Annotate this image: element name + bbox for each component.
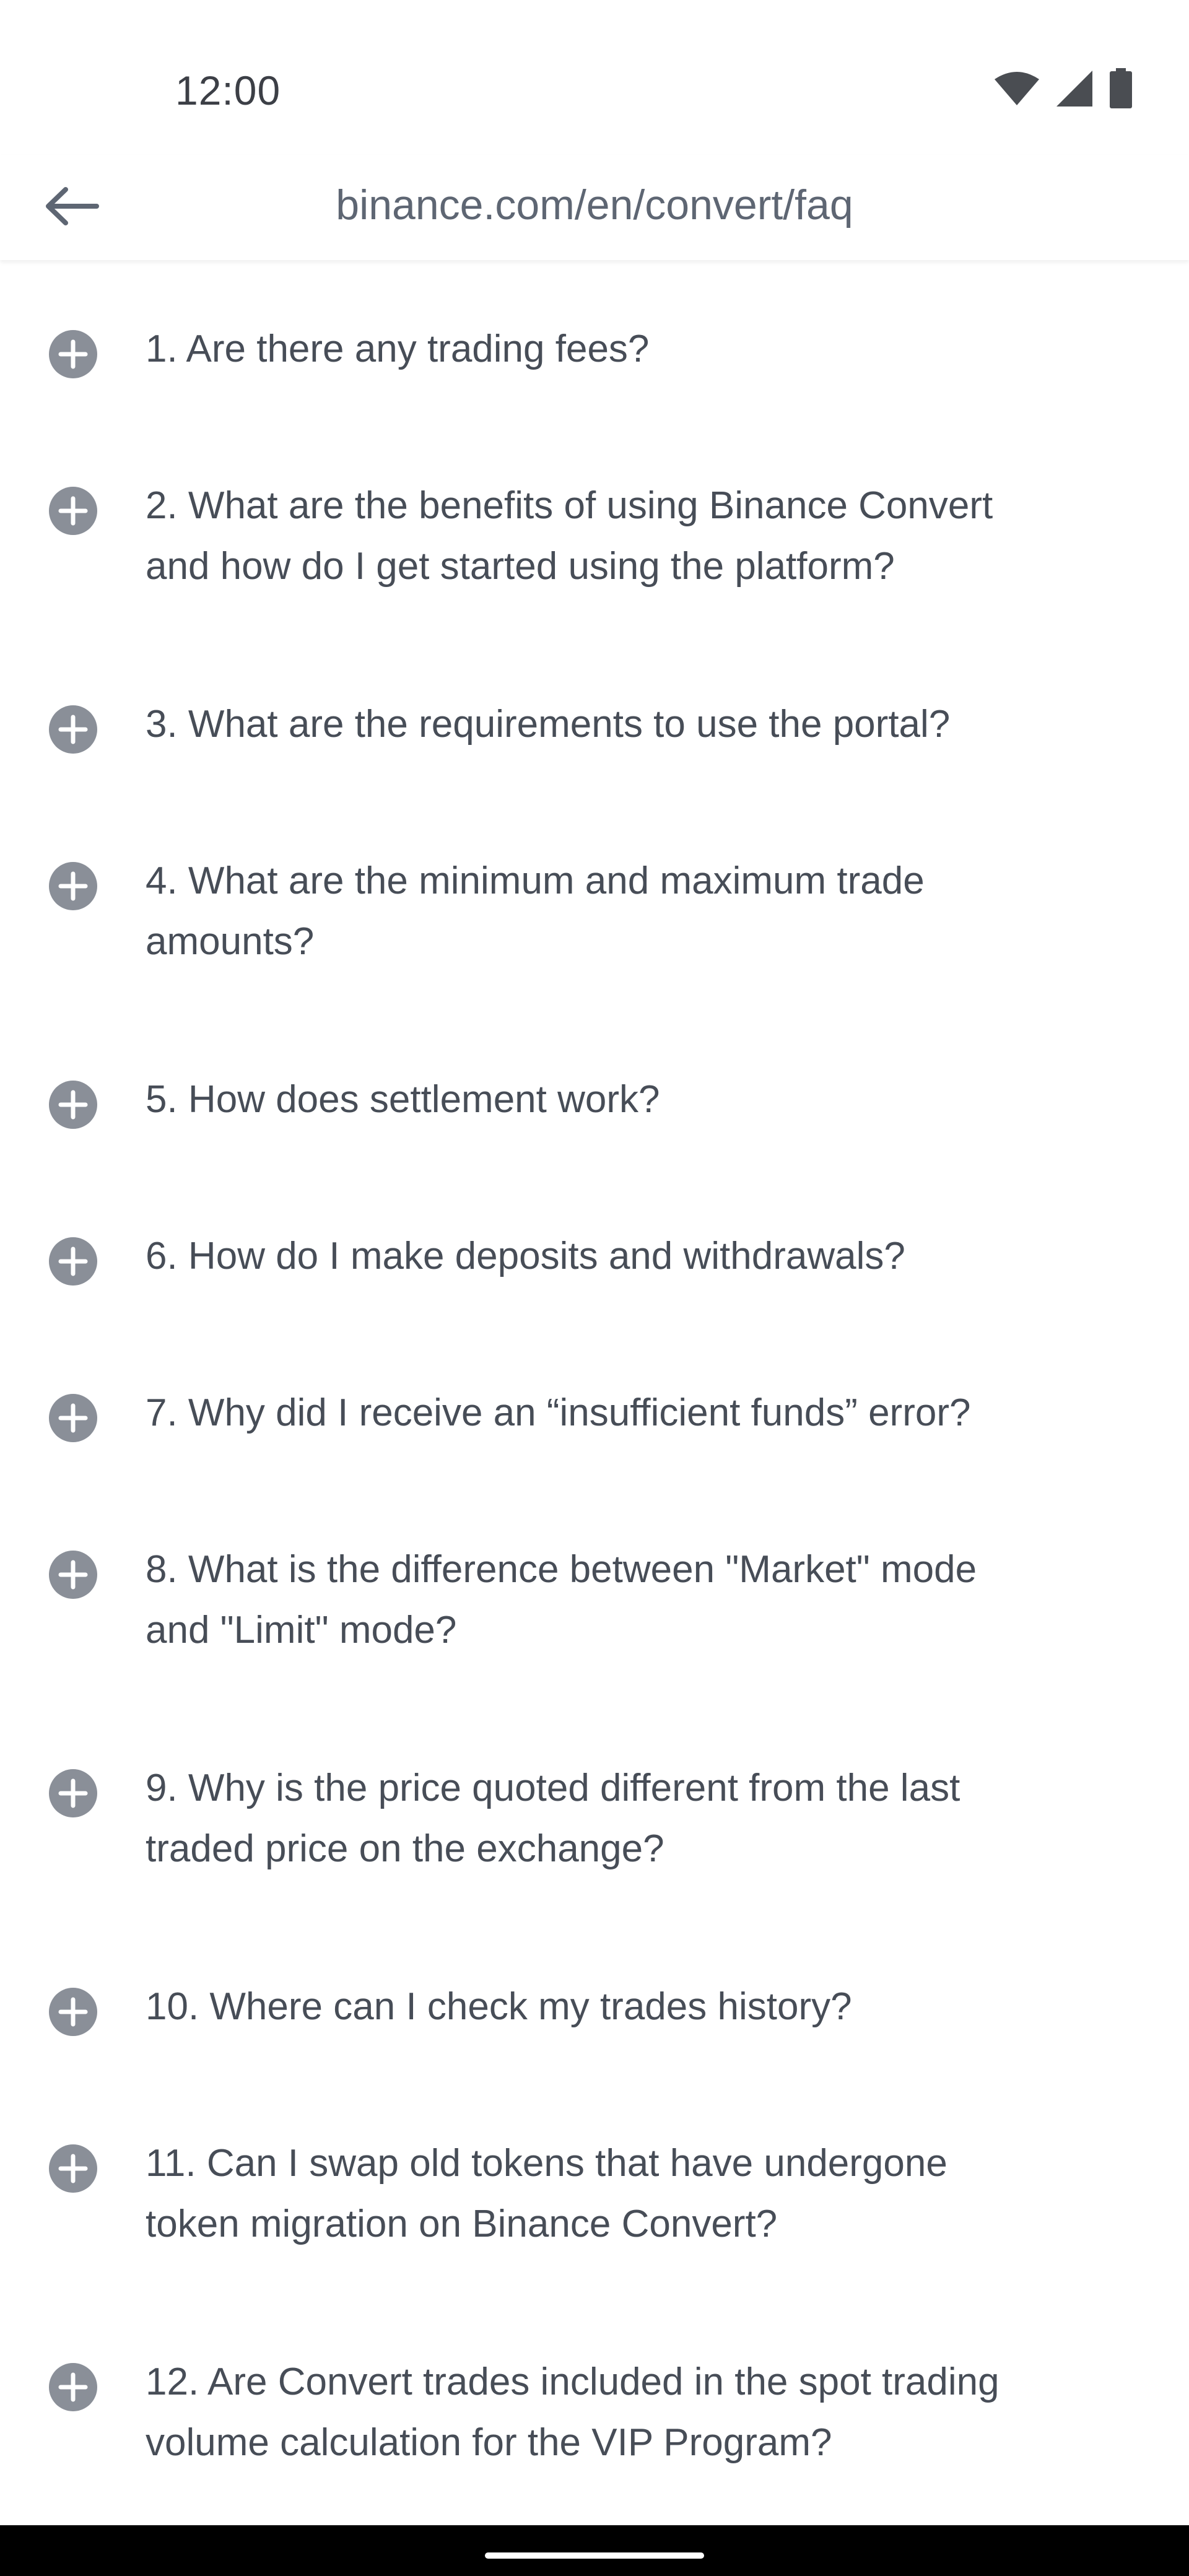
battery-icon <box>1108 68 1133 109</box>
faq-item[interactable]: 2. What are the benefits of using Binanc… <box>0 417 1189 600</box>
status-time: 12:00 <box>175 67 281 113</box>
faq-question-line: token migration on Binance Convert? <box>146 2203 778 2245</box>
plus-circle-icon[interactable] <box>48 1550 98 1599</box>
faq-question: 1. Are there any trading fees? <box>146 319 1136 380</box>
plus-circle-icon[interactable] <box>48 329 98 379</box>
faq-question-line: 6. How do I make deposits and withdrawal… <box>146 1235 905 1277</box>
faq-question-line: amounts? <box>146 920 315 963</box>
faq-item[interactable]: 10. Where can I check my trades history? <box>0 1918 1189 2040</box>
plus-circle-icon[interactable] <box>48 1237 98 1286</box>
faq-question: 6. How do I make deposits and withdrawal… <box>146 1226 1136 1287</box>
faq-question: 9. Why is the price quoted different fro… <box>146 1758 1136 1879</box>
plus-circle-icon[interactable] <box>48 486 98 536</box>
plus-circle-icon[interactable] <box>48 1987 98 2037</box>
plus-circle-icon[interactable] <box>48 1393 98 1443</box>
status-bar: 12:00 <box>0 0 1189 155</box>
faq-item[interactable]: 3. What are the requirements to use the … <box>0 635 1189 758</box>
plus-circle-icon[interactable] <box>48 705 98 754</box>
faq-question-line: 2. What are the benefits of using Binanc… <box>146 484 993 527</box>
faq-question-line: 10. Where can I check my trades history? <box>146 1985 852 2028</box>
faq-item[interactable]: 7. Why did I receive an “insufficient fu… <box>0 1324 1189 1447</box>
home-indicator[interactable] <box>485 2552 704 2559</box>
faq-question-line: traded price on the exchange? <box>146 1827 664 1870</box>
faq-item[interactable]: 11. Can I swap old tokens that have unde… <box>0 2074 1189 2258</box>
faq-question-line: 4. What are the minimum and maximum trad… <box>146 859 925 902</box>
faq-question-line: 12. Are Convert trades included in the s… <box>146 2361 1000 2403</box>
browser-url-bar: binance.com/en/convert/faq <box>0 155 1189 260</box>
faq-question-line: 8. What is the difference between "Marke… <box>146 1548 977 1591</box>
plus-circle-icon[interactable] <box>48 2144 98 2193</box>
faq-question-line: and how do I get started using the platf… <box>146 545 895 588</box>
plus-circle-icon[interactable] <box>48 1769 98 1818</box>
faq-question: 5. How does settlement work? <box>146 1069 1136 1130</box>
faq-question: 4. What are the minimum and maximum trad… <box>146 851 1136 972</box>
faq-item[interactable]: 4. What are the minimum and maximum trad… <box>0 792 1189 975</box>
faq-item[interactable]: 6. How do I make deposits and withdrawal… <box>0 1167 1189 1290</box>
faq-question-line: 3. What are the requirements to use the … <box>146 703 951 746</box>
faq-question-line: and "Limit" mode? <box>146 1609 457 1651</box>
faq-item[interactable]: 12. Are Convert trades included in the s… <box>0 2293 1189 2476</box>
faq-question-line: 9. Why is the price quoted different fro… <box>146 1767 960 1809</box>
faq-question: 10. Where can I check my trades history? <box>146 1977 1136 2037</box>
faq-item[interactable]: 9. Why is the price quoted different fro… <box>0 1699 1189 1882</box>
faq-question: 2. What are the benefits of using Binanc… <box>146 476 1136 597</box>
system-navigation-bar <box>0 2525 1189 2576</box>
faq-question-line: 11. Can I swap old tokens that have unde… <box>146 2142 947 2185</box>
faq-question: 11. Can I swap old tokens that have unde… <box>146 2133 1136 2255</box>
plus-circle-icon[interactable] <box>48 1080 98 1129</box>
faq-question-line: 1. Are there any trading fees? <box>146 328 650 370</box>
faq-question: 8. What is the difference between "Marke… <box>146 1539 1136 1661</box>
faq-question-line: 5. How does settlement work? <box>146 1078 660 1121</box>
faq-question: 7. Why did I receive an “insufficient fu… <box>146 1383 1136 1443</box>
url-text[interactable]: binance.com/en/convert/faq <box>0 181 1189 229</box>
faq-item[interactable]: 1. Are there any trading fees? <box>0 260 1189 383</box>
cellular-signal-icon <box>1055 69 1094 108</box>
faq-question-line: 7. Why did I receive an “insufficient fu… <box>146 1391 971 1434</box>
wifi-icon <box>993 71 1040 107</box>
status-icons <box>993 68 1133 109</box>
faq-item[interactable]: 8. What is the difference between "Marke… <box>0 1481 1189 1664</box>
faq-item[interactable]: 5. How does settlement work? <box>0 1011 1189 1133</box>
plus-circle-icon[interactable] <box>48 2362 98 2412</box>
faq-question: 3. What are the requirements to use the … <box>146 694 1136 755</box>
faq-question: 12. Are Convert trades included in the s… <box>146 2352 1136 2473</box>
plus-circle-icon[interactable] <box>48 861 98 911</box>
faq-question-line: volume calculation for the VIP Program? <box>146 2421 832 2464</box>
